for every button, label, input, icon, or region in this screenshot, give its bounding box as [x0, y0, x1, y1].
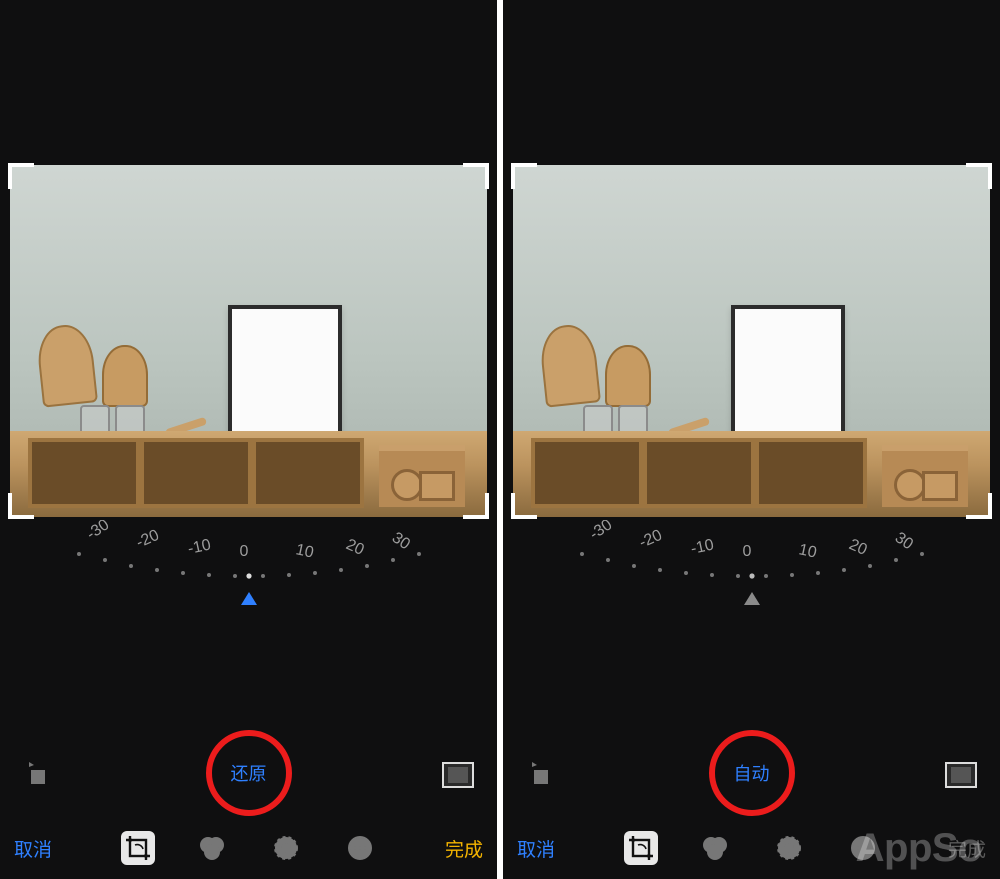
- svg-text:30: 30: [891, 529, 915, 553]
- rotation-dial[interactable]: -30 -20 -10 0 10 20 30: [503, 520, 1000, 610]
- crop-handle-bl[interactable]: [8, 493, 34, 519]
- reset-button[interactable]: 还原: [231, 760, 267, 786]
- adjust-tool-button[interactable]: [269, 831, 303, 865]
- svg-text:10: 10: [294, 541, 315, 561]
- svg-text:20: 20: [846, 536, 869, 559]
- adjust-tool-button[interactable]: [772, 831, 806, 865]
- svg-text:0: 0: [239, 543, 248, 560]
- done-button[interactable]: 完成: [445, 835, 483, 862]
- photo-preview: [513, 165, 990, 517]
- bottom-toolbar: 取消 完成: [0, 817, 497, 879]
- screen-left: -30 -20 -10 0 10 20 30 还原: [0, 0, 497, 879]
- aspect-ratio-button[interactable]: [441, 758, 475, 792]
- crop-handle-tr[interactable]: [463, 163, 489, 189]
- svg-text:30: 30: [388, 529, 412, 553]
- crop-viewport[interactable]: [10, 165, 487, 517]
- dial-marker-icon: [743, 592, 761, 606]
- bottom-toolbar: 取消 完成: [503, 817, 1000, 879]
- svg-text:20: 20: [343, 536, 366, 559]
- cancel-button[interactable]: 取消: [517, 835, 555, 862]
- svg-text:-20: -20: [636, 527, 664, 552]
- crop-handle-bl[interactable]: [511, 493, 537, 519]
- dial-marker-icon: [240, 592, 258, 606]
- crop-handle-br[interactable]: [463, 493, 489, 519]
- aspect-ratio-button[interactable]: [944, 758, 978, 792]
- center-action-highlight: 自动: [709, 730, 795, 816]
- rotate-button[interactable]: [22, 758, 56, 792]
- svg-text:10: 10: [797, 541, 818, 561]
- crop-handle-tr[interactable]: [966, 163, 992, 189]
- crop-handle-br[interactable]: [966, 493, 992, 519]
- rotate-button[interactable]: [525, 758, 559, 792]
- cancel-button[interactable]: 取消: [14, 835, 52, 862]
- svg-text:-10: -10: [186, 536, 212, 557]
- more-tool-button[interactable]: [343, 831, 377, 865]
- svg-text:-30: -30: [83, 520, 112, 543]
- crop-tool-button[interactable]: [624, 831, 658, 865]
- screen-right: -30 -20 -10 0 10 20 30 自动: [503, 0, 1000, 879]
- more-tool-button[interactable]: [846, 831, 880, 865]
- photo-preview: [10, 165, 487, 517]
- svg-text:-30: -30: [586, 520, 615, 543]
- crop-viewport[interactable]: [513, 165, 990, 517]
- filters-tool-button[interactable]: [195, 831, 229, 865]
- svg-text:-10: -10: [689, 536, 715, 557]
- crop-handle-tl[interactable]: [511, 163, 537, 189]
- svg-text:0: 0: [742, 543, 751, 560]
- crop-tool-button[interactable]: [121, 831, 155, 865]
- rotation-dial[interactable]: -30 -20 -10 0 10 20 30: [0, 520, 497, 610]
- svg-text:-20: -20: [133, 527, 161, 552]
- auto-button[interactable]: 自动: [734, 760, 770, 786]
- done-button[interactable]: 完成: [948, 835, 986, 862]
- crop-handle-tl[interactable]: [8, 163, 34, 189]
- filters-tool-button[interactable]: [698, 831, 732, 865]
- center-action-highlight: 还原: [206, 730, 292, 816]
